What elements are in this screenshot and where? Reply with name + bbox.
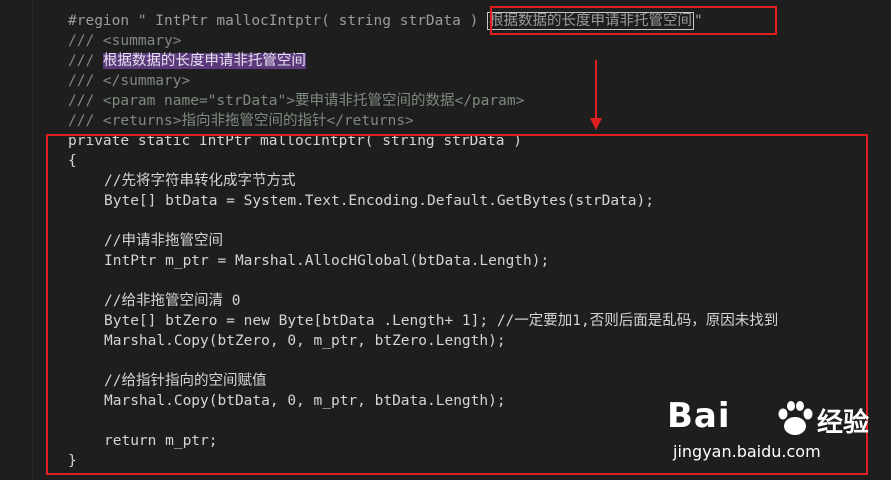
annotation-arrow-line (595, 60, 597, 120)
baidu-paw-icon (778, 401, 813, 435)
code-token: /// </summary> (68, 73, 191, 89)
code-line[interactable]: /// <summary> (68, 31, 182, 51)
code-line[interactable]: /// </summary> (68, 71, 190, 91)
code-token: /// <param name="strData">要申请非托管空间的数据</p… (68, 93, 525, 109)
code-token: #region " IntPtr mallocIntptr( string st… (68, 13, 488, 29)
selected-text: 根据数据的长度申请非托管空间 (102, 53, 306, 69)
code-line[interactable]: /// <returns>指向非拖管空间的指针</returns> (68, 111, 414, 131)
watermark-brand: Bai (667, 396, 731, 436)
code-token: /// <summary> (68, 33, 182, 49)
line-number-gutter (0, 0, 33, 480)
watermark-jingyan-text: 经验 (817, 408, 870, 438)
annotation-arrow-head (590, 118, 602, 130)
code-line[interactable]: /// 根据数据的长度申请非托管空间 (68, 51, 306, 71)
watermark-url: jingyan.baidu.com (673, 442, 821, 461)
code-line[interactable]: /// <param name="strData">要申请非托管空间的数据</p… (68, 91, 524, 111)
annotation-box-region-title (490, 6, 777, 35)
baidu-jingyan-watermark: Bai 经验 jingyan.baidu.com (667, 396, 877, 466)
code-token: /// (68, 53, 103, 69)
code-token: /// <returns>指向非拖管空间的指针</returns> (68, 113, 414, 129)
